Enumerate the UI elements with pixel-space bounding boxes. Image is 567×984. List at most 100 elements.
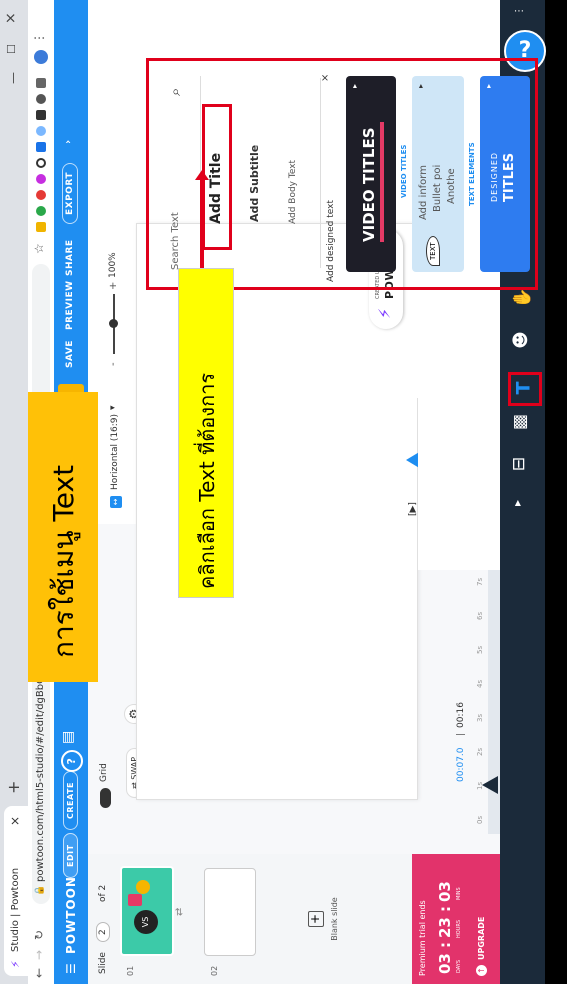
minimize-icon[interactable]: —: [6, 72, 20, 84]
plus-icon: +: [308, 911, 324, 927]
tab-close-icon[interactable]: ×: [8, 816, 22, 826]
zoom-out-button[interactable]: -: [108, 362, 119, 366]
profile-avatar[interactable]: [34, 50, 48, 64]
play-bracket-label[interactable]: [▶]: [408, 502, 418, 516]
tick: 3s: [476, 713, 484, 722]
extension-icon[interactable]: [36, 126, 46, 136]
powtoon-favicon-icon: ⚡: [9, 960, 22, 968]
slide-number-select[interactable]: 2: [96, 922, 110, 942]
powtoon-header: ☰ POWTOON EDIT CREATE ? ▤ SAVE PREVIEW S…: [54, 0, 88, 984]
playhead-icon[interactable]: [482, 776, 498, 794]
trial-mins: 03: [436, 881, 454, 902]
character-icon: [128, 894, 142, 906]
tick: 2s: [476, 747, 484, 756]
orientation-chevron-icon[interactable]: ▾: [108, 405, 118, 410]
mins-label: MINS: [456, 887, 462, 900]
window-close-icon[interactable]: ×: [3, 12, 19, 24]
extension-icon[interactable]: [36, 174, 46, 184]
upgrade-button[interactable]: ↑ UPGRADE: [474, 896, 490, 976]
play-triangle-icon[interactable]: [406, 448, 426, 472]
rotated-app-window: ⚡ Studio | Powtoon × + — ☐ × ← → ↻ 🔒 pow…: [0, 0, 545, 984]
slide-thumbnail[interactable]: [204, 868, 256, 956]
orientation-icon: ↔: [110, 496, 122, 508]
extension-icon[interactable]: [36, 158, 46, 168]
character-icon: [136, 880, 150, 894]
extension-icon[interactable]: [36, 78, 46, 88]
browser-tab[interactable]: ⚡ Studio | Powtoon ×: [4, 806, 28, 976]
grid-label: Grid: [99, 763, 109, 782]
tab-title: Studio | Powtoon: [10, 867, 21, 952]
forward-icon[interactable]: →: [32, 950, 46, 960]
zoom-handle[interactable]: [109, 319, 118, 328]
trial-banner: Premium trial ends 03 : 23 : 03 DAYS HOU…: [412, 854, 500, 984]
text-panel-content: [420, 4, 498, 394]
export-button[interactable]: EXPORT: [62, 163, 78, 224]
extension-icon[interactable]: [36, 110, 46, 120]
tick: 10s: [476, 477, 484, 490]
tick: 8s: [476, 543, 484, 552]
timeline-current: 00:07.0: [456, 747, 466, 782]
extension-icon[interactable]: [36, 190, 46, 200]
preview-button[interactable]: PREVIEW: [65, 280, 75, 330]
share-button[interactable]: SHARE: [65, 239, 75, 276]
zoom-slider[interactable]: [109, 294, 118, 354]
extension-icon[interactable]: [36, 94, 46, 104]
tick: 4s: [476, 679, 484, 688]
browser-menu-icon[interactable]: ⋮: [32, 32, 46, 44]
upgrade-up-icon: ↑: [476, 965, 487, 976]
vs-badge-icon: VS: [134, 910, 158, 934]
swap-slide-icon[interactable]: ⇄: [174, 908, 185, 916]
bookmark-star-icon[interactable]: ☆: [32, 243, 46, 254]
hours-label: HOURS: [456, 919, 462, 938]
tick: 7s: [476, 577, 484, 586]
notes-icon[interactable]: ▤: [60, 726, 82, 744]
timeline-track[interactable]: [482, 484, 500, 834]
zoom-level: 100%: [108, 252, 118, 278]
trial-hours: 23: [436, 917, 454, 938]
slide-canvas[interactable]: ⚡ CREATED USING POWTOON: [136, 223, 418, 800]
slide-num: 01: [126, 965, 135, 976]
maximize-icon[interactable]: ☐: [5, 44, 18, 54]
tick: 5s: [476, 645, 484, 654]
watermark-small-text: CREATED USING: [375, 258, 381, 299]
extension-icon[interactable]: [36, 206, 46, 216]
zoom-in-button[interactable]: +: [108, 282, 119, 290]
save-button[interactable]: SAVE: [65, 340, 75, 368]
tick: 9s: [476, 509, 484, 518]
powtoon-logo: POWTOON: [64, 876, 78, 954]
timeline-total: 00:16: [456, 702, 466, 728]
tick: 0s: [476, 815, 484, 824]
extension-icon[interactable]: [36, 222, 46, 232]
reload-icon[interactable]: ↻: [32, 930, 46, 940]
infographic-thumbnail: [58, 384, 84, 404]
powtoon-watermark-icon: ⚡: [375, 307, 394, 319]
orientation-select[interactable]: Horizontal (16:9): [110, 414, 120, 490]
new-tab-button[interactable]: +: [4, 781, 23, 794]
timeline-zoom-button[interactable]: +−: [486, 460, 500, 476]
hamburger-icon[interactable]: ☰: [64, 963, 78, 974]
extensions-row: ⋮: [32, 32, 48, 232]
back-icon[interactable]: ←: [32, 968, 46, 978]
slide-label: Slide: [98, 952, 108, 974]
screenshot-frame: ⚡ Studio | Powtoon × + — ☐ × ← → ↻ 🔒 pow…: [0, 0, 567, 984]
extension-icon[interactable]: [36, 142, 46, 152]
days-label: DAYS: [456, 959, 462, 973]
tick: 6s: [476, 611, 484, 620]
grid-switch[interactable]: [100, 788, 111, 808]
create-mode-button[interactable]: CREATE: [63, 771, 78, 830]
blank-slide-label: Blank slide: [330, 897, 339, 941]
trial-days: 03: [436, 953, 454, 974]
trial-ends-label: Premium trial ends: [418, 900, 427, 976]
powtoon-watermark: ⚡ CREATED USING POWTOON: [369, 229, 403, 329]
url-text: powtoon.com/html5-studio/#/edit/dgBbC2Eu…: [35, 640, 46, 882]
blank-slide-button[interactable]: + Blank slide: [308, 894, 378, 944]
grid-toggle[interactable]: Grid: [96, 728, 116, 808]
edit-mode-button[interactable]: EDIT: [63, 833, 78, 878]
category-toolbar: [500, 0, 545, 984]
browser-tab-strip: ⚡ Studio | Powtoon × + — ☐ ×: [0, 0, 28, 984]
slide-thumbnail[interactable]: VS: [120, 866, 174, 956]
slide-num: 02: [210, 965, 219, 976]
help-button[interactable]: ?: [61, 750, 83, 772]
export-chevron-icon[interactable]: ›: [63, 139, 74, 144]
url-field[interactable]: 🔒 powtoon.com/html5-studio/#/edit/dgBbC2…: [32, 264, 50, 904]
